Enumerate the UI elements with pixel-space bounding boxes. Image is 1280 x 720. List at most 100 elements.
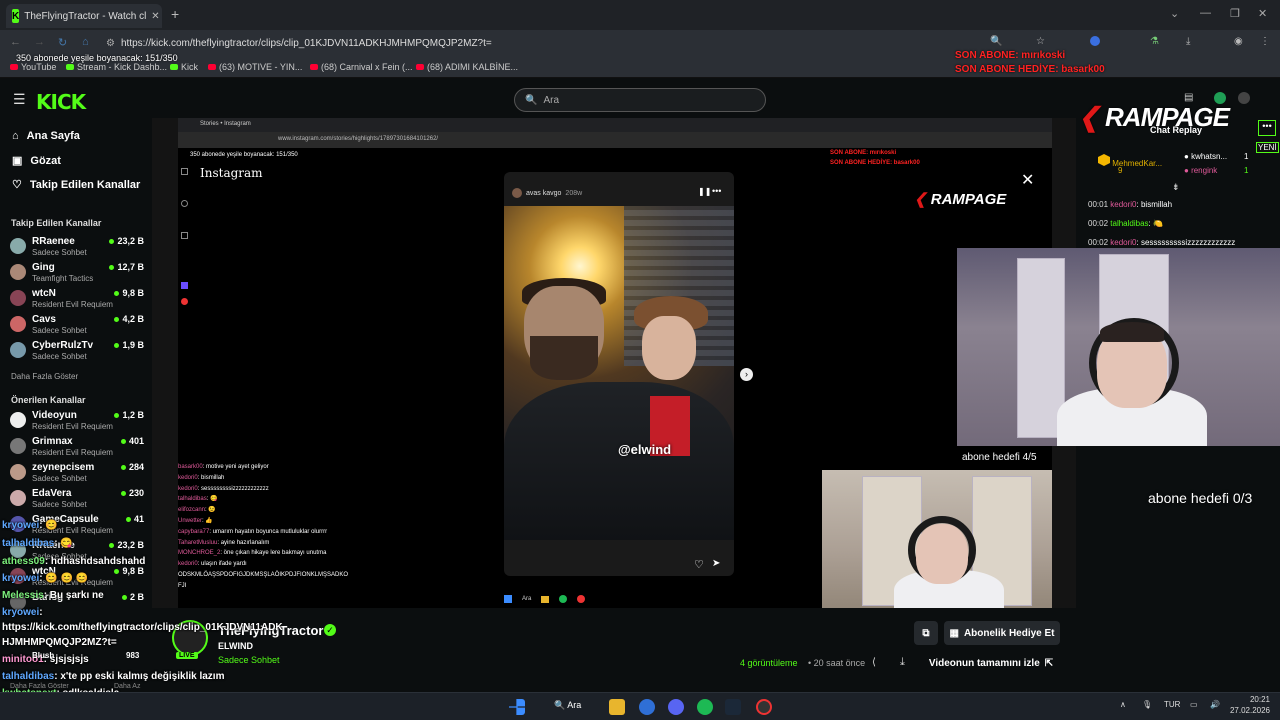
like-icon[interactable]: ♡	[694, 558, 704, 571]
chat-username[interactable]: talhaldibas	[1110, 219, 1148, 228]
channel-item[interactable]: EdaVera Sadece Sohbet 230	[10, 488, 146, 514]
show-less-link[interactable]: Daha Az	[114, 683, 140, 690]
reload-icon[interactable]: ↻	[58, 36, 67, 49]
language-indicator[interactable]: TUR	[1164, 700, 1180, 709]
share-icon[interactable]: ➤	[712, 558, 720, 569]
file-explorer-icon[interactable]	[609, 699, 625, 715]
hamburger-menu-icon[interactable]: ☰	[13, 91, 26, 108]
watch-full-video-button[interactable]: Videonun tamamını izle ⇱	[924, 651, 1058, 675]
captured-side-icons	[178, 162, 192, 362]
chat-avatar-icon[interactable]	[1238, 92, 1250, 104]
bookmark-stream-dashboard[interactable]: Stream - Kick Dashb...	[66, 62, 167, 72]
chat-username: Melessis	[2, 590, 44, 601]
gift-sub-button[interactable]: ▦ Abonelik Hediye Et	[944, 621, 1060, 645]
story-header: avas kavgo 208w	[512, 188, 582, 198]
network-icon[interactable]: ▭	[1190, 700, 1198, 709]
edge-icon[interactable]	[639, 699, 655, 715]
pinned-user[interactable]: ● kwhatsn...	[1184, 152, 1227, 161]
spotify-icon[interactable]	[697, 699, 713, 715]
url-text: https://kick.com/theflyingtractor/clips/…	[120, 37, 492, 49]
steam-icon[interactable]	[725, 699, 741, 715]
chat-text: : bismillah	[1136, 200, 1173, 209]
chevron-down-icon[interactable]: ⇟	[1172, 182, 1180, 193]
forward-icon[interactable]: →	[34, 36, 45, 48]
browser-tab[interactable]: K TheFlyingTractor - Watch cl ✕	[6, 4, 162, 28]
webcam-main	[957, 248, 1280, 446]
theater-mode-button[interactable]: ⧉	[914, 621, 938, 645]
pinned-user[interactable]: ● rengink	[1184, 166, 1217, 175]
channel-item[interactable]: zeynepcisem Sadece Sohbet 284	[10, 462, 146, 488]
windows-icon	[504, 595, 512, 603]
channel-name: wtcN	[32, 288, 56, 299]
nav-home[interactable]: ⌂ Ana Sayfa	[12, 130, 80, 142]
lab-icon[interactable]: ⚗	[1150, 36, 1159, 47]
tray-chevron-icon[interactable]: ∧	[1120, 700, 1126, 709]
nav-following[interactable]: ♡ Takip Edilen Kanallar	[12, 178, 140, 192]
profile-icon[interactable]: ◉	[1234, 36, 1243, 47]
chat-username[interactable]: kedori0	[1110, 200, 1136, 209]
channel-item[interactable]: Ging Teamfight Tactics 12,7 B	[10, 262, 146, 288]
captured-chat-line: ODSKMLÖAŞSPDOFIGJDKMSŞLAÖIKPDJFIONKLMŞSA…	[178, 570, 478, 581]
pause-icon[interactable]: ❚❚	[698, 187, 711, 196]
avatar	[10, 464, 26, 480]
close-story-icon[interactable]: ✕	[1021, 170, 1034, 190]
bookmark-star-icon[interactable]: ☆	[1036, 36, 1045, 47]
minimize-icon[interactable]: —	[1200, 7, 1211, 19]
search-input[interactable]: 🔍 Ara	[514, 88, 766, 112]
channel-item[interactable]: Videoyun Resident Evil Requiem 1,2 B	[10, 410, 146, 436]
back-icon[interactable]: ←	[10, 36, 21, 48]
channel-item[interactable]: RRaenee Sadece Sohbet 23,2 B	[10, 236, 146, 262]
show-more-link[interactable]: Daha Fazla Göster	[10, 683, 69, 690]
channel-item[interactable]: Grimnax Resident Evil Requiem 401	[10, 436, 146, 462]
chat-username: MONCHROE_2	[178, 550, 221, 557]
sidebar-blush[interactable]: Blush	[32, 651, 54, 660]
channel-item[interactable]: CyberRulzTv Sadece Sohbet 1,9 B	[10, 340, 146, 366]
show-more-link[interactable]: Daha Fazla Göster	[11, 372, 78, 381]
more-options-icon[interactable]: •••	[712, 186, 721, 196]
new-tab-button[interactable]: +	[171, 6, 179, 22]
nav-browse[interactable]: ▣ Gözat	[12, 154, 61, 168]
menu-icon[interactable]: ⋮	[1260, 36, 1270, 47]
share-icon[interactable]: ⟨	[872, 657, 876, 668]
chat-username[interactable]: kedori0	[1110, 238, 1136, 247]
taskbar-search[interactable]: 🔍 Ara	[554, 700, 581, 711]
search-icon: 🔍	[525, 94, 538, 106]
last-gift-sub-text: SON ABONE HEDİYE: basark00	[955, 64, 1105, 75]
chat-username: kryowei	[2, 520, 40, 531]
close-window-icon[interactable]: ✕	[1258, 7, 1267, 20]
pinned-user[interactable]: MehmedKar...	[1098, 154, 1162, 168]
channel-item[interactable]: Cavs Sadece Sohbet 4,2 B	[10, 314, 146, 340]
url-field[interactable]: ⚙ https://kick.com/theflyingtractor/clip…	[106, 34, 946, 52]
bookmark-youtube[interactable]: YouTube	[10, 62, 56, 72]
channel-item[interactable]: wtcN Resident Evil Requiem 9,8 B	[10, 288, 146, 314]
maximize-icon[interactable]: ❐	[1230, 7, 1240, 20]
next-story-icon[interactable]: ›	[740, 368, 753, 381]
viewer-count: 284	[121, 462, 144, 472]
extension-icon[interactable]	[1090, 36, 1100, 46]
bookmark-adimi-kalbine[interactable]: (68) ADIMI KALBİNE...	[416, 62, 518, 72]
close-tab-icon[interactable]: ✕	[151, 11, 159, 22]
taskbar-date[interactable]: 27.02.2026	[1226, 706, 1270, 715]
microphone-icon[interactable]: 🎙	[1142, 700, 1152, 709]
bookmark-kick[interactable]: Kick	[170, 62, 198, 72]
kick-logo[interactable]: KICK	[36, 90, 86, 114]
stream-category[interactable]: Sadece Sohbet	[218, 655, 280, 665]
home-icon[interactable]: ⌂	[82, 36, 89, 48]
bookmark-carnival[interactable]: (68) Carnival x Fein (...	[310, 62, 413, 72]
chat-message: : ayine hazırlanalım	[217, 539, 270, 546]
tab-list-icon[interactable]: ⌄	[1170, 7, 1179, 20]
download-icon[interactable]: ⤓	[900, 656, 905, 669]
streamer-hair	[1100, 322, 1164, 342]
download-icon[interactable]: ⤓	[1186, 36, 1190, 47]
taskbar-time[interactable]: 20:21	[1226, 695, 1270, 704]
discord-icon[interactable]	[668, 699, 684, 715]
captured-address-bar: www.instagram.com/stories/highlights/178…	[178, 132, 1052, 148]
viewer-count: 23,2 B	[109, 540, 144, 550]
volume-icon[interactable]: 🔊	[1210, 700, 1220, 709]
windows-start-icon[interactable]	[509, 699, 525, 715]
chat-menu-icon[interactable]: •••	[1258, 120, 1276, 136]
obs-icon[interactable]	[756, 699, 772, 715]
zoom-icon[interactable]: 🔍	[990, 36, 1002, 47]
bookmark-motive[interactable]: (63) MOTIVE - YIN...	[208, 62, 302, 72]
spotify-icon	[559, 595, 568, 603]
